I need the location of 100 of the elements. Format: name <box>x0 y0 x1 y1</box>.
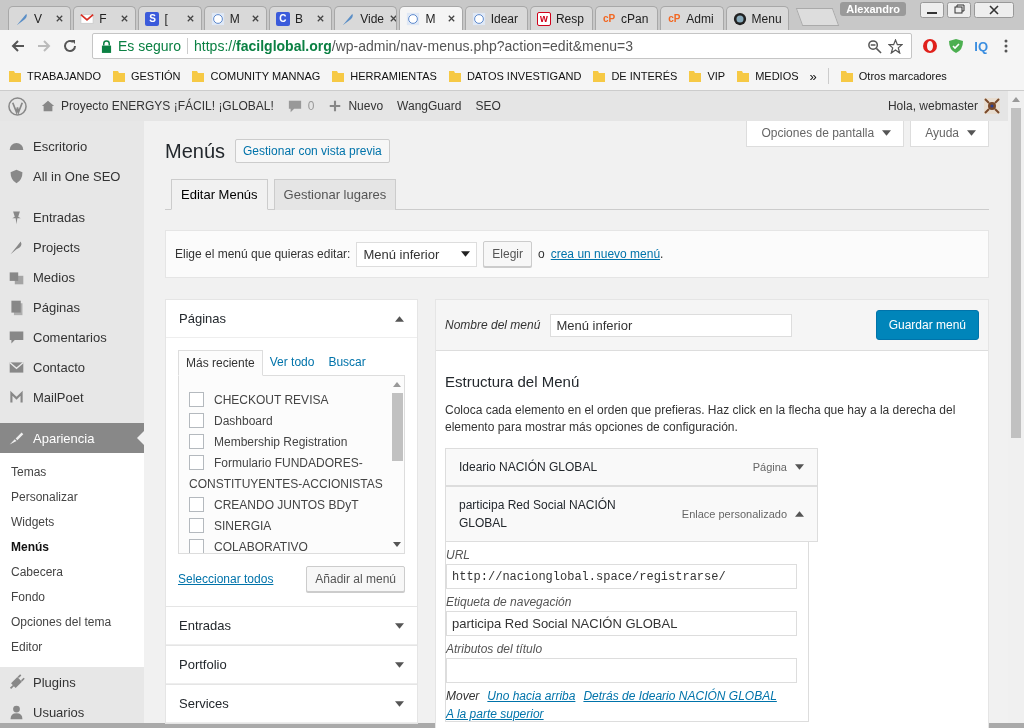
page-option[interactable]: Dashboard <box>189 411 384 432</box>
bookmark-folder[interactable]: VIP <box>688 69 726 83</box>
close-icon[interactable] <box>974 2 1015 18</box>
text-field[interactable]: participa Red Social NACIÓN GLOBAL <box>446 611 797 636</box>
page-option[interactable]: Formulario FUNDADORES-CONSTITUYENTES-ACCIONISTAS <box>189 453 384 495</box>
nav-tab[interactable]: Gestionar lugares <box>273 179 397 210</box>
move-link[interactable]: A la parte superior <box>446 707 544 721</box>
save-menu-button[interactable]: Guardar menú <box>875 310 979 340</box>
bookmark-folder[interactable]: HERRAMIENTAS <box>331 69 437 83</box>
panel-header[interactable]: Services <box>166 685 417 723</box>
star-icon[interactable] <box>888 38 904 54</box>
bookmark-folder[interactable]: DE INTERÉS <box>592 69 678 83</box>
browser-tab[interactable]: F <box>73 6 137 30</box>
menu-dropdown[interactable]: Menú inferior <box>356 241 478 267</box>
close-icon[interactable] <box>389 14 397 23</box>
panel-tab[interactable]: Ver todo <box>262 350 322 375</box>
close-icon[interactable] <box>185 14 195 23</box>
bookmark-folder[interactable]: Otros marcadores <box>839 69 947 83</box>
browser-tab[interactable]: Vide <box>334 6 398 30</box>
bookmark-folder[interactable]: COMUNITY MANNAG <box>191 69 321 83</box>
browser-tab[interactable]: S [ <box>138 6 202 30</box>
screen-options-button[interactable]: Opciones de pantalla <box>746 121 905 147</box>
menu-item-bar[interactable]: participa Red Social NACIÓN GLOBAL Enlace personalizado <box>445 486 818 542</box>
sidebar-item[interactable]: MailPoet <box>0 382 144 412</box>
sidebar-item[interactable]: Projects <box>0 232 144 262</box>
sidebar-item[interactable]: Páginas <box>0 292 144 322</box>
menu-item-bar[interactable]: Ideario NACIÓN GLOBAL Página <box>445 448 818 486</box>
sidebar-item[interactable]: Entradas <box>0 202 144 232</box>
sidebar-item[interactable]: Comentarios <box>0 322 144 352</box>
panel-tab[interactable]: Más reciente <box>178 350 263 376</box>
checkbox[interactable] <box>189 497 204 512</box>
checkbox[interactable] <box>189 518 204 533</box>
submenu-item[interactable]: Fondo <box>0 584 144 609</box>
sidebar-item[interactable]: Usuarios <box>0 697 144 727</box>
browser-tab[interactable]: cP Admi <box>660 6 724 30</box>
bookmark-folder[interactable]: MEDIOS <box>736 69 799 83</box>
submenu-item[interactable]: Editor <box>0 634 144 659</box>
close-icon[interactable] <box>120 14 130 23</box>
address-bar[interactable]: Es seguro https://facilglobal.org/wp-admin/nav-menus.php?action=edit&menu=3 <box>92 33 913 59</box>
sidebar-item[interactable]: Escritorio <box>0 131 144 161</box>
close-icon[interactable] <box>316 14 326 23</box>
nav-tab[interactable]: Editar Menús <box>171 179 268 210</box>
admin-bar-link[interactable]: WangGuard <box>397 99 462 113</box>
menu-name-field[interactable]: Menú inferior <box>550 313 793 337</box>
checkbox[interactable] <box>189 392 204 407</box>
sidebar-item[interactable]: Medios <box>0 262 144 292</box>
browser-tab[interactable]: Idear <box>464 6 528 30</box>
bookmark-folder[interactable]: GESTIÓN <box>111 69 181 83</box>
zoom-icon[interactable] <box>867 38 883 54</box>
checkbox[interactable] <box>189 413 204 428</box>
submenu-item[interactable]: Personalizar <box>0 484 144 509</box>
sidebar-item[interactable]: Plugins <box>0 667 144 697</box>
move-link[interactable]: Uno hacia arriba <box>487 689 576 703</box>
choose-button[interactable]: Elegir <box>483 241 532 267</box>
help-button[interactable]: Ayuda <box>910 121 989 147</box>
account-link[interactable]: Hola, webmaster <box>887 98 1000 114</box>
bookmark-folder[interactable]: DATOS INVESTIGAND <box>447 69 582 83</box>
browser-tab[interactable]: M <box>399 6 463 30</box>
submenu-item[interactable]: Widgets <box>0 509 144 534</box>
browser-tab[interactable]: C B <box>268 6 333 30</box>
page-option[interactable]: COLABORATIVO <box>189 537 384 553</box>
bookmark-folder[interactable]: TRABAJANDO <box>8 69 101 83</box>
browser-tab[interactable]: V <box>8 6 72 30</box>
select-all-link[interactable]: Seleccionar todos <box>178 572 274 586</box>
reload-icon[interactable] <box>62 38 78 54</box>
opera-icon[interactable] <box>922 38 939 54</box>
move-link[interactable]: Detrás de Ideario NACIÓN GLOBAL <box>583 689 777 703</box>
scroll-up-icon[interactable] <box>393 382 401 387</box>
submenu-item[interactable]: Temas <box>0 459 144 484</box>
browser-tab[interactable]: Menu <box>725 6 789 30</box>
add-to-menu-button[interactable]: Añadir al menú <box>306 566 405 592</box>
submenu-item[interactable]: Cabecera <box>0 559 144 584</box>
panel-header[interactable]: Portfolio <box>166 646 417 684</box>
sidebar-item[interactable]: Contacto <box>0 352 144 382</box>
browser-tab[interactable]: w Resp <box>529 6 594 30</box>
browser-tab[interactable]: cP cPan <box>595 6 659 30</box>
admin-bar-link[interactable]: SEO <box>475 99 501 113</box>
page-option[interactable]: CHECKOUT REVISA <box>189 390 384 411</box>
page-option[interactable]: SINERGIA <box>189 516 384 537</box>
minimize-icon[interactable] <box>920 2 945 18</box>
text-field[interactable] <box>446 658 797 683</box>
scroll-down-icon[interactable] <box>393 542 401 547</box>
panel-header[interactable]: Entradas <box>166 607 417 645</box>
preview-button[interactable]: Gestionar con vista previa <box>235 139 390 163</box>
new-link[interactable]: Nuevo <box>328 99 384 113</box>
wordpress-logo[interactable] <box>8 96 27 116</box>
checkbox[interactable] <box>189 539 204 553</box>
restore-icon[interactable] <box>947 2 972 18</box>
close-icon[interactable] <box>446 14 456 23</box>
close-icon[interactable] <box>55 14 65 23</box>
text-field[interactable]: http://nacionglobal.space/registrarse/ <box>446 564 797 589</box>
site-link[interactable]: Proyecto ENERGYS ¡FÁCIL! ¡GLOBAL! <box>41 99 274 113</box>
back-icon[interactable] <box>10 38 26 54</box>
submenu-item[interactable]: Menús <box>0 534 144 559</box>
checkbox[interactable] <box>189 455 204 470</box>
close-icon[interactable] <box>250 14 260 23</box>
panel-tab[interactable]: Buscar <box>321 350 373 375</box>
page-option[interactable]: Membership Registration <box>189 432 384 453</box>
shield-icon[interactable] <box>948 38 965 54</box>
sidebar-item[interactable]: Apariencia <box>0 423 144 453</box>
